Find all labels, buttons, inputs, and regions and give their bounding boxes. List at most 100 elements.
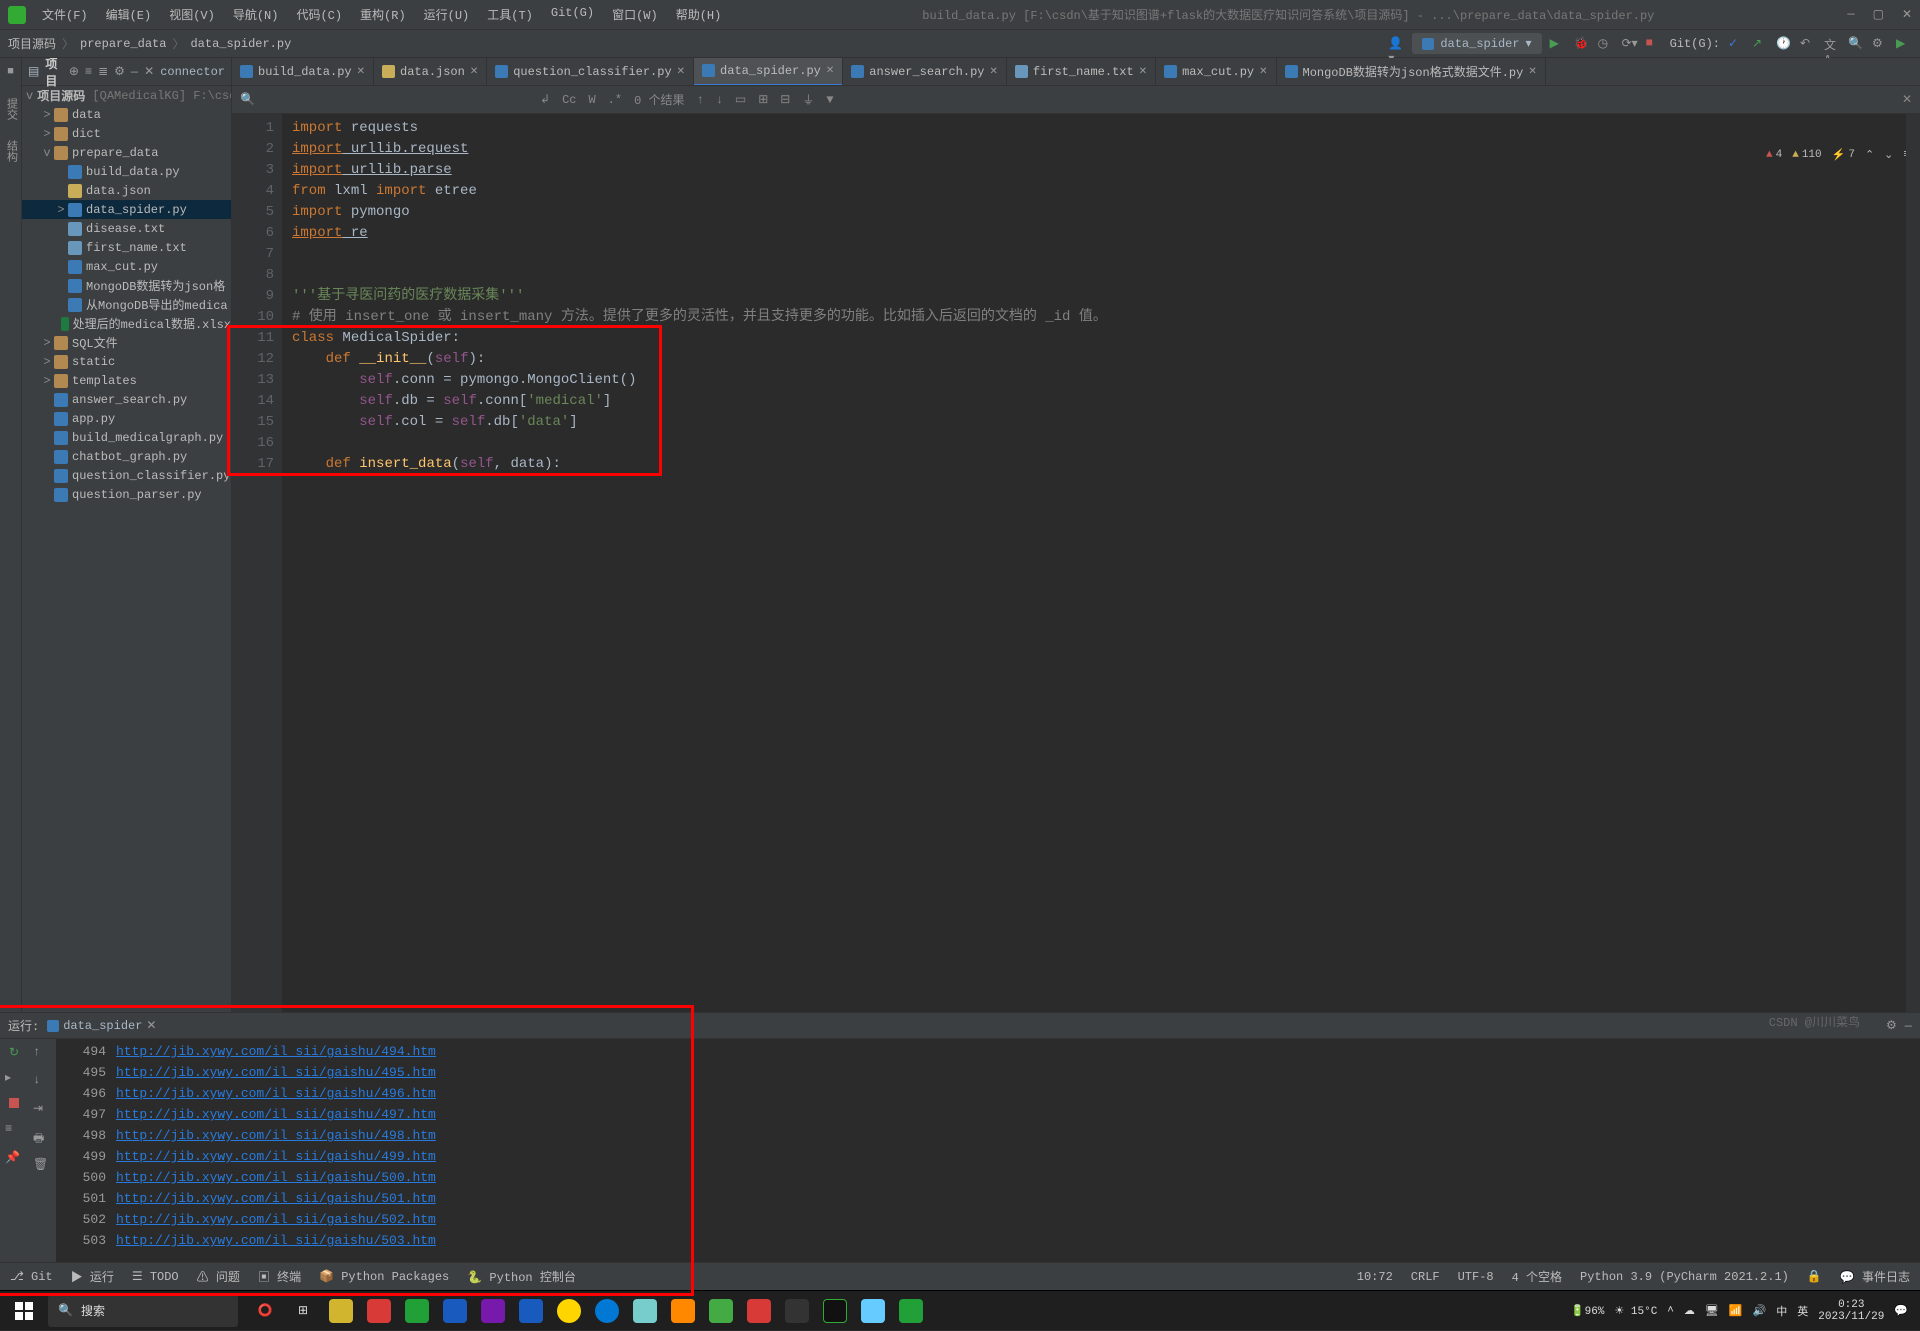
editor-tab[interactable]: question_classifier.py✕ [487, 58, 694, 86]
minimize-icon[interactable]: — [1847, 7, 1854, 22]
user-icon[interactable]: 👤▾ [1388, 36, 1404, 52]
breadcrumb-item[interactable]: 项目源码 [8, 35, 56, 52]
breadcrumb-item[interactable]: data_spider.py [190, 37, 291, 51]
visio-icon[interactable] [438, 1294, 472, 1328]
words-icon[interactable]: W [588, 93, 595, 107]
tree-item[interactable]: >templates [22, 371, 231, 390]
tree-item[interactable]: vprepare_data [22, 143, 231, 162]
next-match-icon[interactable]: ↓ [716, 93, 723, 107]
menu-item[interactable]: Git(G) [543, 3, 602, 26]
volume-icon[interactable]: 🔊 [1753, 1304, 1767, 1318]
run-anything-icon[interactable]: ▶ [1896, 36, 1912, 52]
network-icon[interactable]: 📶 [1729, 1304, 1743, 1318]
editor-tab[interactable]: max_cut.py✕ [1156, 58, 1276, 86]
maximize-icon[interactable]: ▢ [1873, 7, 1884, 22]
indent[interactable]: 4 个空格 [1512, 1268, 1562, 1285]
menu-item[interactable]: 代码(C) [288, 3, 350, 26]
git-rollback-icon[interactable]: ↶ [1800, 36, 1816, 52]
tree-item[interactable]: >SQL文件 [22, 333, 231, 352]
cortana-icon[interactable]: ⭕ [248, 1294, 282, 1328]
powerpoint-icon[interactable] [362, 1294, 396, 1328]
git-commit-icon[interactable]: ✓ [1728, 36, 1744, 52]
tree-root[interactable]: v 项目源码 [QAMedicalKG] F:\csd [22, 86, 231, 105]
match-case-icon[interactable]: Cc [562, 93, 576, 107]
problems-tab[interactable]: ⚠ 问题 [197, 1268, 240, 1285]
project-dropdown-icon[interactable]: ▤ [28, 64, 39, 79]
tree-item[interactable]: first_name.txt [22, 238, 231, 257]
print-icon[interactable]: 🖶 [33, 1129, 51, 1147]
close-find-icon[interactable]: ✕ [1902, 92, 1912, 107]
word-icon[interactable] [514, 1294, 548, 1328]
coverage-icon[interactable]: ◷ [1598, 36, 1614, 52]
hide-icon[interactable]: — [131, 65, 138, 79]
line-separator[interactable]: CRLF [1411, 1270, 1440, 1284]
explorer-icon[interactable] [324, 1294, 358, 1328]
profile-icon[interactable]: ⟳▾ [1622, 36, 1638, 52]
funnel-icon[interactable]: ▼ [826, 93, 833, 107]
event-log[interactable]: 💬 事件日志 [1840, 1268, 1910, 1285]
menu-item[interactable]: 文件(F) [34, 3, 96, 26]
run-layout-icon[interactable]: ≡ [5, 1122, 23, 1140]
find-icon[interactable]: 🔍 [240, 92, 256, 107]
project-tool-button[interactable]: ■ [5, 66, 17, 78]
rerun-icon[interactable]: ↻ [9, 1045, 19, 1060]
code-editor[interactable]: 1234567891011121314151617 import request… [232, 114, 1920, 1012]
tree-settings-icon[interactable]: ⚙ [114, 64, 125, 79]
menu-item[interactable]: 窗口(W) [604, 3, 666, 26]
editor-tab[interactable]: data.json✕ [374, 58, 487, 86]
debug-icon[interactable]: 🐞 [1574, 36, 1590, 52]
close-icon[interactable]: ✕ [1902, 7, 1912, 22]
filter-icon[interactable]: ⏚ [802, 91, 814, 108]
editor-tab[interactable]: first_name.txt✕ [1007, 58, 1156, 86]
tree-item[interactable]: MongoDB数据转为json格 [22, 276, 231, 295]
weather-icon[interactable]: ☀ 15°C [1614, 1304, 1657, 1318]
scroll-up-icon[interactable]: ↑ [33, 1045, 51, 1063]
menu-item[interactable]: 导航(N) [225, 3, 287, 26]
taskbar-search[interactable]: 🔍 搜索 [48, 1295, 238, 1327]
pypackages-tab[interactable]: 📦 Python Packages [319, 1269, 449, 1284]
tree-item[interactable]: >dict [22, 124, 231, 143]
run-output[interactable]: 494http://jib.xywy.com/il_sii/gaishu/494… [56, 1039, 1920, 1262]
tree-item[interactable]: question_parser.py [22, 485, 231, 504]
tree-item[interactable]: disease.txt [22, 219, 231, 238]
new-line-icon[interactable]: ↲ [540, 92, 550, 107]
menu-item[interactable]: 视图(V) [161, 3, 223, 26]
encoding[interactable]: UTF-8 [1458, 1270, 1494, 1284]
search-everywhere-icon[interactable]: 🔍 [1848, 36, 1864, 52]
minimap[interactable] [1906, 114, 1920, 1012]
tray-up-icon[interactable]: ˄ [1667, 1305, 1674, 1317]
close-tree-icon[interactable]: ✕ [144, 64, 154, 79]
structure-tool-button[interactable]: 结构 [3, 140, 19, 162]
ime-icon[interactable]: 中 [1776, 1303, 1787, 1319]
breadcrumb-item[interactable]: prepare_data [80, 37, 166, 51]
menu-item[interactable]: 运行(U) [416, 3, 478, 26]
terminal-tab[interactable]: ▣ 终端 [258, 1268, 301, 1285]
devices-icon[interactable]: 🖥 [1705, 1304, 1719, 1318]
menu-item[interactable]: 编辑(E) [98, 3, 160, 26]
tree-item[interactable]: build_medicalgraph.py [22, 428, 231, 447]
soft-wrap-icon[interactable]: ⇥ [33, 1101, 51, 1119]
qqmusic-icon[interactable] [552, 1294, 586, 1328]
excel-icon[interactable] [400, 1294, 434, 1328]
taskview-icon[interactable]: ⊞ [286, 1294, 320, 1328]
app2-icon[interactable] [666, 1294, 700, 1328]
tree-item[interactable]: >data [22, 105, 231, 124]
stop-icon[interactable]: ■ [1646, 36, 1662, 52]
inspections-widget[interactable]: ▲4 ▲110 ⚡7 ⌃⌄≡ [1766, 148, 1910, 162]
add-selection-icon[interactable]: ⊞ [758, 92, 768, 107]
regex-icon[interactable]: .* [608, 93, 622, 107]
locate-icon[interactable]: ⊕ [69, 64, 79, 79]
lock-icon[interactable]: 🔒 [1807, 1269, 1822, 1284]
expand-all-icon[interactable]: ≡ [85, 65, 92, 79]
project-tree[interactable]: v 项目源码 [QAMedicalKG] F:\csd >data>dictvp… [22, 86, 231, 1012]
clock[interactable]: 0:232023/11/29 [1818, 1299, 1884, 1323]
tree-item[interactable]: >data_spider.py [22, 200, 231, 219]
wps-icon[interactable] [742, 1294, 776, 1328]
run-configuration-selector[interactable]: data_spider ▾ [1412, 33, 1541, 54]
run-tab[interactable]: data_spider ✕ [47, 1018, 156, 1033]
start-button[interactable] [4, 1291, 44, 1331]
tree-item[interactable]: app.py [22, 409, 231, 428]
menu-item[interactable]: 重构(R) [352, 3, 414, 26]
git-history-icon[interactable]: 🕐 [1776, 36, 1792, 52]
tree-item[interactable]: data.json [22, 181, 231, 200]
